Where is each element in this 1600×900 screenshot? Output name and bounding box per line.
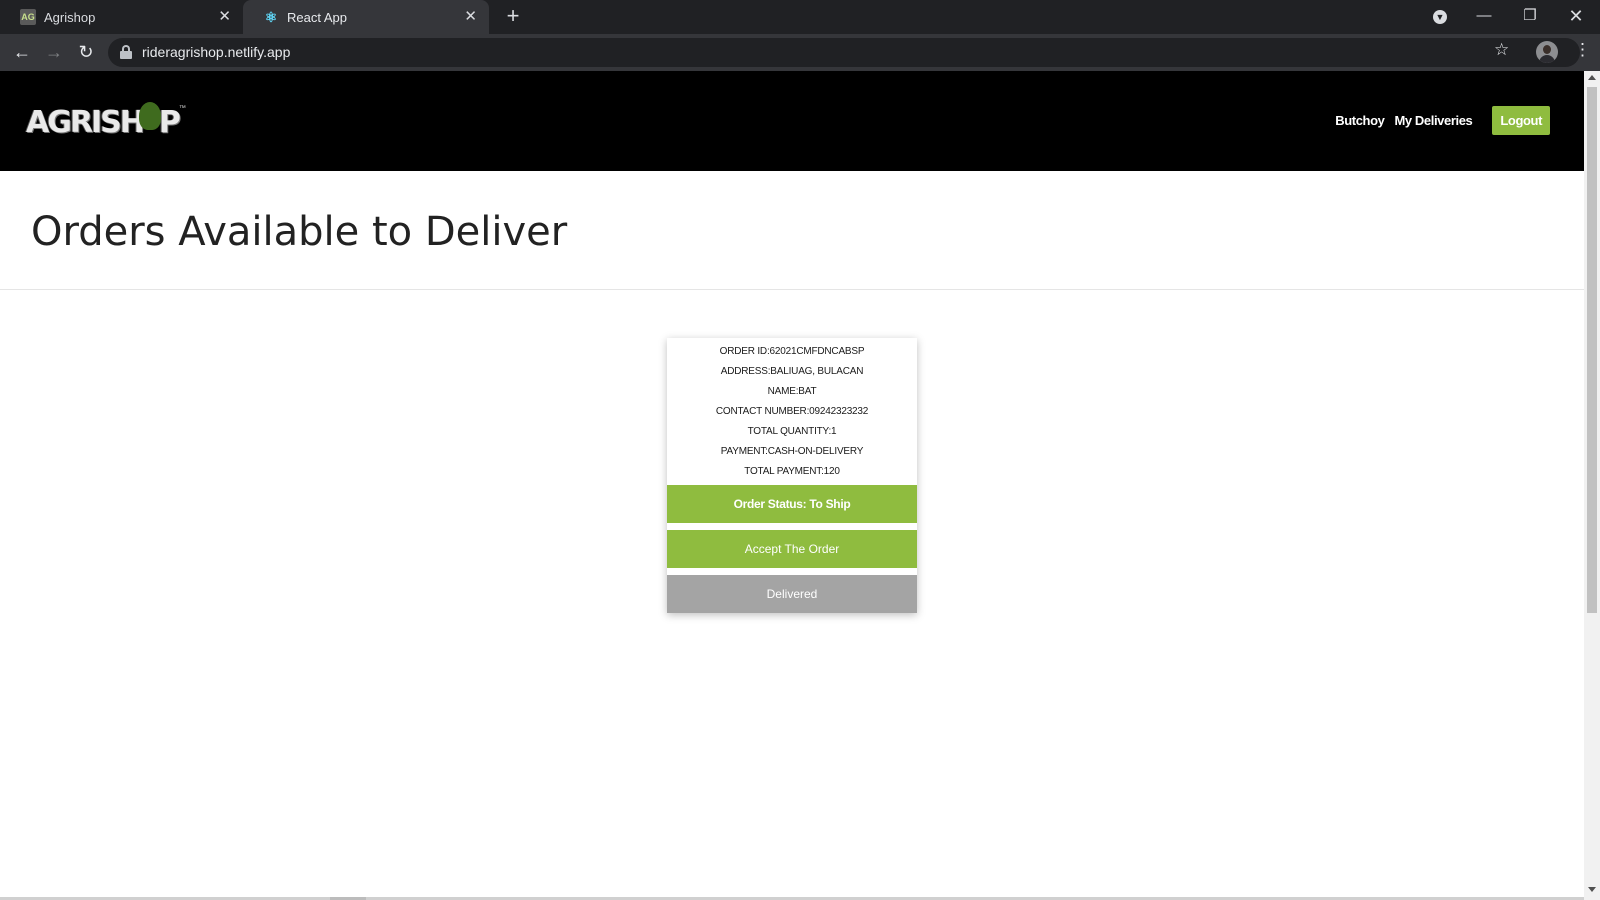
- delivered-button[interactable]: Delivered: [667, 575, 917, 613]
- close-icon[interactable]: ✕: [464, 9, 477, 25]
- accept-order-button[interactable]: Accept The Order: [667, 530, 917, 568]
- star-icon[interactable]: ☆: [1494, 40, 1509, 60]
- scrollbar-thumb[interactable]: [1587, 87, 1597, 613]
- browser-tab-agrishop[interactable]: AG Agrishop ✕: [0, 0, 243, 34]
- order-total-payment: TOTAL PAYMENT:120: [744, 466, 840, 477]
- reload-icon[interactable]: ↻: [74, 40, 98, 64]
- trademark-mark: ™: [178, 105, 186, 112]
- close-icon[interactable]: ✕: [218, 9, 231, 25]
- restore-button[interactable]: ❐: [1520, 4, 1540, 28]
- order-name: NAME:BAT: [767, 386, 817, 397]
- kebab-menu-icon[interactable]: ⋮: [1574, 40, 1591, 60]
- scroll-down-icon[interactable]: [1588, 887, 1596, 892]
- back-arrow-icon[interactable]: ←: [10, 40, 34, 64]
- order-payment-method: PAYMENT:CASH-ON-DELIVERY: [720, 446, 864, 457]
- scroll-up-icon[interactable]: [1588, 75, 1596, 80]
- site-navbar: AGRISH P ™ Butchoy My Deliveries Logout: [0, 71, 1584, 171]
- nav-my-deliveries[interactable]: My Deliveries: [1394, 113, 1472, 128]
- lock-icon[interactable]: [120, 45, 132, 59]
- address-bar[interactable]: rideragrishop.netlify.app: [108, 38, 1580, 67]
- order-contact-number: CONTACT NUMBER:09242323232: [715, 406, 869, 417]
- logout-button[interactable]: Logout: [1492, 106, 1550, 135]
- tab-title: Agrishop: [44, 9, 96, 25]
- new-tab-button[interactable]: +: [501, 5, 525, 29]
- browser-tab-react-app[interactable]: ⚛ React App ✕: [243, 0, 489, 34]
- navbar-links: Butchoy My Deliveries Logout: [1325, 106, 1550, 135]
- forward-arrow-icon[interactable]: →: [42, 40, 66, 64]
- leaf-icon: [138, 102, 161, 130]
- order-address: ADDRESS:BALIUAG, BULACAN: [720, 366, 864, 377]
- vertical-scrollbar[interactable]: [1584, 71, 1600, 900]
- agrishop-favicon-icon: AG: [20, 9, 36, 25]
- chevron-down-icon: ▼: [1433, 10, 1447, 24]
- minimize-button[interactable]: —: [1474, 4, 1494, 28]
- tab-search-button[interactable]: ▼: [1430, 4, 1450, 28]
- agrishop-logo[interactable]: AGRISH P ™: [26, 99, 186, 145]
- order-id: ORDER ID:62021CMFDNCABSP: [719, 346, 865, 357]
- divider: [0, 289, 1584, 290]
- logo-wordmark-end: P: [158, 104, 181, 140]
- order-card: ORDER ID:62021CMFDNCABSP ADDRESS:BALIUAG…: [667, 338, 917, 613]
- react-favicon-icon: ⚛: [264, 8, 278, 25]
- browser-toolbar: ← → ↻ rideragrishop.netlify.app: [0, 34, 1600, 71]
- window-close-button[interactable]: ✕: [1566, 4, 1586, 28]
- url-text[interactable]: rideragrishop.netlify.app: [142, 44, 290, 60]
- page-title: Orders Available to Deliver: [31, 209, 568, 255]
- tab-title: React App: [287, 9, 347, 25]
- profile-avatar[interactable]: [1536, 41, 1558, 63]
- logo-wordmark: AGRISH: [26, 104, 145, 140]
- nav-user-name[interactable]: Butchoy: [1335, 113, 1385, 128]
- page-viewport: AGRISH P ™ Butchoy My Deliveries Logout Or…: [0, 71, 1584, 900]
- order-status-badge: Order Status: To Ship: [667, 485, 917, 523]
- order-total-quantity: TOTAL QUANTITY:1: [747, 426, 837, 437]
- browser-tab-bar: AG Agrishop ✕ ⚛ React App ✕ + ▼ — ❐ ✕: [0, 0, 1600, 34]
